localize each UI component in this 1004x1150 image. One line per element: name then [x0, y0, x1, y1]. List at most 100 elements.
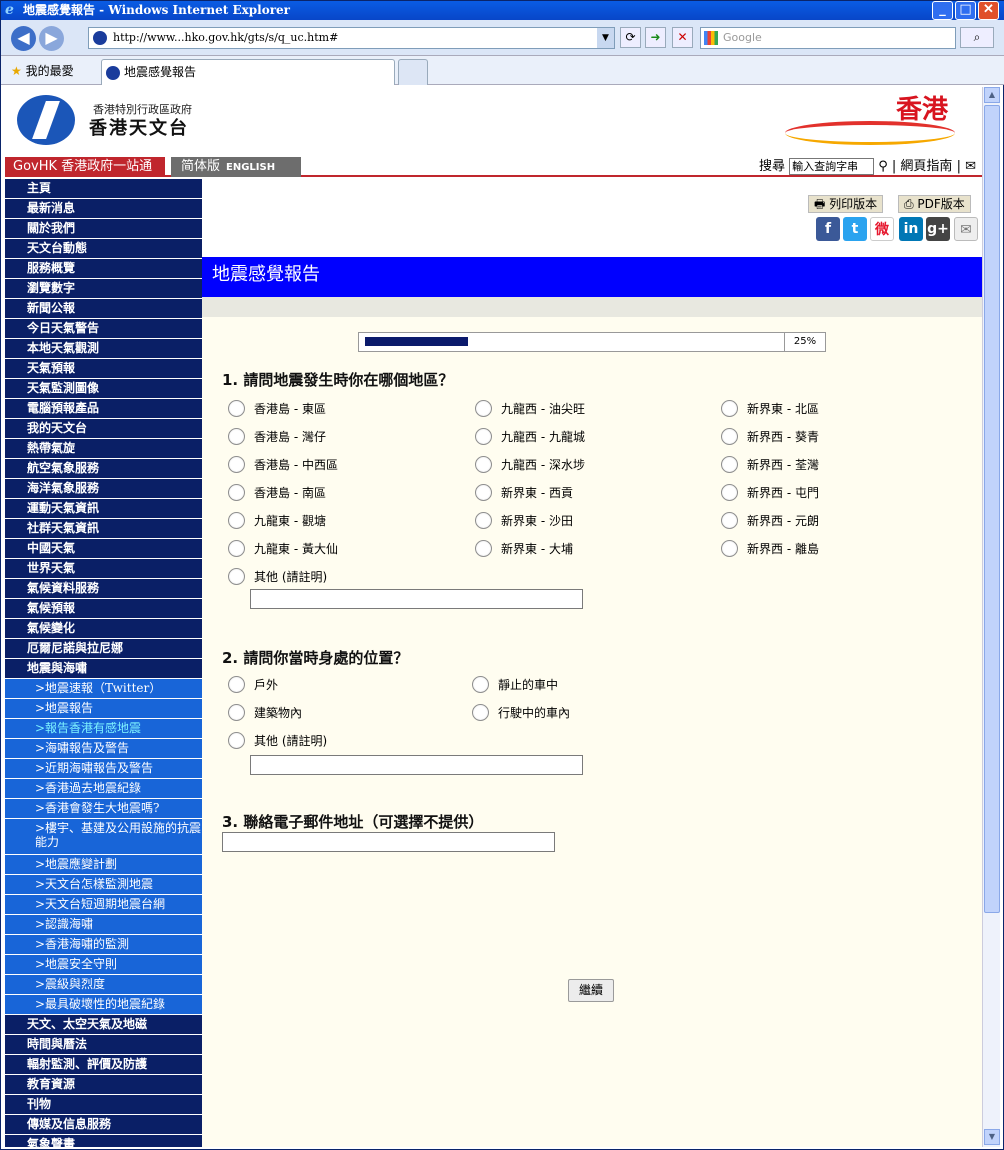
mail-icon[interactable]: ✉ [965, 159, 976, 174]
sidebar-item[interactable]: 傳媒及信息服務 [5, 1115, 202, 1135]
sidebar-item[interactable]: 海洋氣象服務 [5, 479, 202, 499]
radio-button[interactable] [721, 540, 738, 557]
sidebar-item[interactable]: 電腦預報產品 [5, 399, 202, 419]
radio-button[interactable] [475, 484, 492, 501]
radio-button[interactable] [721, 456, 738, 473]
sidebar-item[interactable]: 主頁 [5, 179, 202, 199]
twitter-icon[interactable]: t [843, 217, 867, 241]
sidebar-item[interactable]: 地震與海嘯 [5, 659, 202, 679]
q1-radio-option[interactable]: 香港島 - 東區 [228, 400, 326, 418]
sidebar-item[interactable]: >樓宇、基建及公用設施的抗震能力 [5, 819, 202, 855]
address-dropdown-icon[interactable]: ▼ [597, 28, 614, 48]
radio-button[interactable] [721, 400, 738, 417]
radio-button[interactable] [228, 456, 245, 473]
sidebar-item[interactable]: 教育資源 [5, 1075, 202, 1095]
sidebar-item[interactable]: >香港海嘯的監測 [5, 935, 202, 955]
sidebar-item[interactable]: 今日天氣警告 [5, 319, 202, 339]
stop-button[interactable]: ✕ [672, 27, 693, 48]
favorites-button[interactable]: ★ 我的最愛 [11, 62, 74, 79]
q1-radio-option[interactable]: 新界西 - 葵青 [721, 428, 819, 446]
sidebar-item[interactable]: >地震應變計劃 [5, 855, 202, 875]
q1-radio-option[interactable]: 其他 (請註明) [228, 568, 327, 586]
simplified-link[interactable]: 简体版 [181, 159, 220, 174]
q1-radio-option[interactable]: 九龍西 - 九龍城 [475, 428, 585, 446]
refresh-button[interactable]: ➜ [645, 27, 666, 48]
radio-button[interactable] [475, 512, 492, 529]
q1-radio-option[interactable]: 九龍西 - 油尖旺 [475, 400, 585, 418]
scroll-thumb[interactable] [984, 105, 1000, 913]
sidebar-item[interactable]: >香港過去地震紀錄 [5, 779, 202, 799]
q1-radio-option[interactable]: 九龍東 - 觀塘 [228, 512, 326, 530]
maximize-button[interactable]: □ [955, 1, 976, 20]
sidebar-item[interactable]: 氣候變化 [5, 619, 202, 639]
sidebar-item[interactable]: 天文、太空天氣及地磁 [5, 1015, 202, 1035]
q1-other-input[interactable] [250, 589, 583, 609]
q1-radio-option[interactable]: 香港島 - 南區 [228, 484, 326, 502]
sidebar-item[interactable]: 服務概覽 [5, 259, 202, 279]
radio-button[interactable] [475, 540, 492, 557]
radio-button[interactable] [228, 676, 245, 693]
sidebar-item[interactable]: >報告香港有感地震 [5, 719, 202, 739]
sidebar-item[interactable]: 氣候資料服務 [5, 579, 202, 599]
sidebar-item[interactable]: >最具破壞性的地震紀錄 [5, 995, 202, 1015]
q1-radio-option[interactable]: 新界東 - 西貢 [475, 484, 573, 502]
q2-radio-option[interactable]: 其他 (請註明) [228, 732, 327, 750]
radio-button[interactable] [228, 732, 245, 749]
google-plus-icon[interactable]: g+ [926, 217, 950, 241]
search-icon[interactable]: ⚲ [878, 159, 888, 174]
q2-radio-option[interactable]: 靜止的車中 [472, 676, 558, 694]
sidebar-item[interactable]: 最新消息 [5, 199, 202, 219]
sidebar-item[interactable]: 刊物 [5, 1095, 202, 1115]
q1-radio-option[interactable]: 九龍東 - 黃大仙 [228, 540, 338, 558]
sidebar-item[interactable]: 世界天氣 [5, 559, 202, 579]
sidebar-item[interactable]: 瀏覽數字 [5, 279, 202, 299]
q1-radio-option[interactable]: 香港島 - 灣仔 [228, 428, 326, 446]
english-link[interactable]: ENGLISH [226, 162, 275, 173]
radio-button[interactable] [228, 704, 245, 721]
sidebar-item[interactable]: 時間與曆法 [5, 1035, 202, 1055]
email-share-icon[interactable]: ✉ [954, 217, 978, 241]
govhk-link[interactable]: GovHK 香港政府一站通 [5, 157, 165, 177]
sidebar-item[interactable]: 天氣預報 [5, 359, 202, 379]
radio-button[interactable] [228, 512, 245, 529]
tab-active[interactable]: 地震感覺報告 [101, 59, 395, 85]
sidebar-item[interactable]: 運動天氣資訊 [5, 499, 202, 519]
continue-button[interactable]: 繼續 [568, 979, 614, 1002]
radio-button[interactable] [228, 428, 245, 445]
q2-radio-option[interactable]: 戶外 [228, 676, 278, 694]
hko-logo[interactable] [17, 95, 75, 145]
q1-radio-option[interactable]: 新界西 - 屯門 [721, 484, 819, 502]
search-button[interactable]: ⌕ [960, 27, 994, 48]
sidebar-item[interactable]: >震級與烈度 [5, 975, 202, 995]
radio-button[interactable] [228, 484, 245, 501]
q1-radio-option[interactable]: 新界西 - 荃灣 [721, 456, 819, 474]
address-bar[interactable]: http://www...hko.gov.hk/gts/s/q_uc.htm# … [88, 27, 615, 49]
sidebar-item[interactable]: 航空氣象服務 [5, 459, 202, 479]
q1-radio-option[interactable]: 香港島 - 中西區 [228, 456, 338, 474]
forward-button[interactable]: ▶ [39, 26, 64, 51]
sidebar-item[interactable]: >天文台短週期地震台網 [5, 895, 202, 915]
q1-radio-option[interactable]: 新界東 - 大埔 [475, 540, 573, 558]
search-box[interactable]: Google [700, 27, 956, 49]
compat-view-button[interactable]: ⟳ [620, 27, 641, 48]
q2-radio-option[interactable]: 建築物內 [228, 704, 302, 722]
print-version-button[interactable]: 🖶 列印版本 [808, 195, 884, 213]
radio-button[interactable] [472, 704, 489, 721]
q1-radio-option[interactable]: 九龍西 - 深水埗 [475, 456, 585, 474]
facebook-icon[interactable]: f [816, 217, 840, 241]
sidebar-item[interactable]: 熱帶氣旋 [5, 439, 202, 459]
sidebar-item[interactable]: >認識海嘯 [5, 915, 202, 935]
pdf-version-button[interactable]: ⎙ PDF版本 [898, 195, 971, 213]
q2-other-input[interactable] [250, 755, 583, 775]
sidebar-item[interactable]: >地震速報（Twitter） [5, 679, 202, 699]
sidebar-item[interactable]: >地震報告 [5, 699, 202, 719]
close-button[interactable]: ✕ [978, 1, 999, 20]
q1-radio-option[interactable]: 新界西 - 離島 [721, 540, 819, 558]
radio-button[interactable] [721, 428, 738, 445]
q1-radio-option[interactable]: 新界東 - 北區 [721, 400, 819, 418]
radio-button[interactable] [228, 568, 245, 585]
new-tab-button[interactable] [398, 59, 428, 85]
sidebar-item[interactable]: >地震安全守則 [5, 955, 202, 975]
sidebar-item[interactable]: >近期海嘯報告及警告 [5, 759, 202, 779]
back-button[interactable]: ◀ [11, 26, 36, 51]
